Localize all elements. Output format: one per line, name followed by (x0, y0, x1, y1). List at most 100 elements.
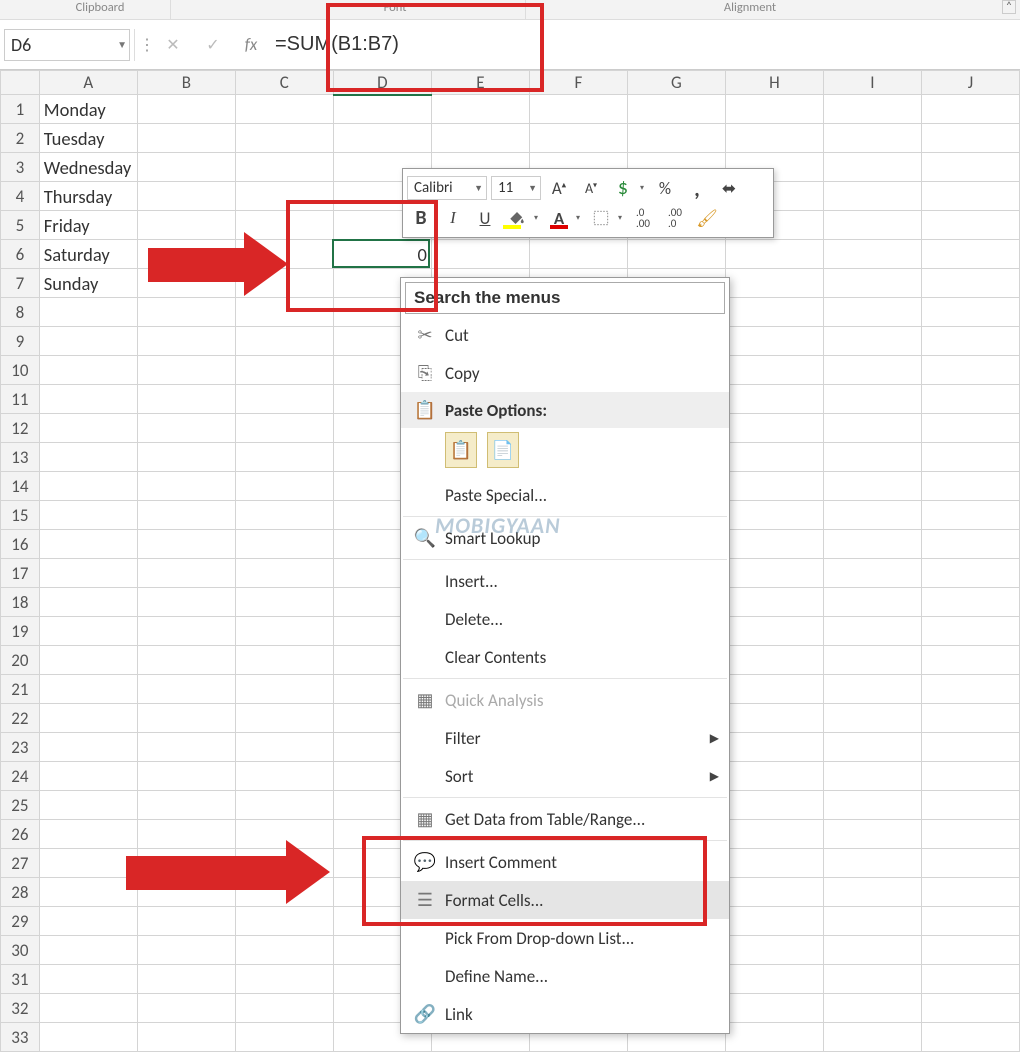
cell-I15[interactable] (823, 501, 921, 530)
cell-B17[interactable] (137, 559, 235, 588)
cell-G2[interactable] (627, 124, 725, 153)
cell-C22[interactable] (235, 704, 333, 733)
row-header-5[interactable]: 5 (1, 211, 40, 240)
cell-C26[interactable] (235, 820, 333, 849)
menu-item-get-data[interactable]: ▦ Get Data from Table/Range... (401, 800, 729, 838)
fx-label[interactable]: fx (233, 34, 269, 55)
cell-A8[interactable] (39, 298, 137, 327)
cell-B19[interactable] (137, 617, 235, 646)
decrease-decimal-button[interactable]: .00.0 (661, 205, 689, 231)
cell-H31[interactable] (725, 965, 823, 994)
cell-J17[interactable] (921, 559, 1019, 588)
row-header-23[interactable]: 23 (1, 733, 40, 762)
menu-item-define-name[interactable]: Define Name... (401, 957, 729, 995)
cell-B33[interactable] (137, 1023, 235, 1052)
cell-H23[interactable] (725, 733, 823, 762)
cell-J20[interactable] (921, 646, 1019, 675)
cell-J9[interactable] (921, 327, 1019, 356)
font-color-button[interactable]: A ▾ (545, 205, 583, 231)
cell-I28[interactable] (823, 878, 921, 907)
cell-H11[interactable] (725, 385, 823, 414)
cell-B25[interactable] (137, 791, 235, 820)
row-header-14[interactable]: 14 (1, 472, 40, 501)
row-header-27[interactable]: 27 (1, 849, 40, 878)
chevron-down-icon[interactable]: ▾ (637, 183, 647, 193)
cell-C24[interactable] (235, 762, 333, 791)
cell-I8[interactable] (823, 298, 921, 327)
cell-B1[interactable] (137, 95, 235, 124)
cell-I21[interactable] (823, 675, 921, 704)
row-header-1[interactable]: 1 (1, 95, 40, 124)
cell-C2[interactable] (235, 124, 333, 153)
cell-I16[interactable] (823, 530, 921, 559)
cell-B18[interactable] (137, 588, 235, 617)
cell-A32[interactable] (39, 994, 137, 1023)
cell-H22[interactable] (725, 704, 823, 733)
column-header-C[interactable]: C (235, 71, 333, 95)
cell-C3[interactable] (235, 153, 333, 182)
cell-A7[interactable]: Sunday (39, 269, 137, 298)
cell-A3[interactable]: Wednesday (39, 153, 137, 182)
cell-I7[interactable] (823, 269, 921, 298)
cell-H15[interactable] (725, 501, 823, 530)
cell-C6[interactable] (235, 240, 333, 269)
cell-I18[interactable] (823, 588, 921, 617)
cell-B32[interactable] (137, 994, 235, 1023)
cell-H13[interactable] (725, 443, 823, 472)
cell-H21[interactable] (725, 675, 823, 704)
cell-J14[interactable] (921, 472, 1019, 501)
row-header-3[interactable]: 3 (1, 153, 40, 182)
formula-input[interactable] (269, 29, 1016, 61)
paste-option-keep-source[interactable]: 📋 (445, 432, 477, 468)
row-header-26[interactable]: 26 (1, 820, 40, 849)
cell-D1[interactable] (333, 95, 431, 124)
font-size-select[interactable]: 11 ▼ (491, 176, 541, 200)
cell-B11[interactable] (137, 385, 235, 414)
cell-A31[interactable] (39, 965, 137, 994)
cell-I23[interactable] (823, 733, 921, 762)
cell-B26[interactable] (137, 820, 235, 849)
cell-C5[interactable] (235, 211, 333, 240)
cell-B27[interactable] (137, 849, 235, 878)
column-header-B[interactable]: B (137, 71, 235, 95)
cell-I25[interactable] (823, 791, 921, 820)
column-header-G[interactable]: G (627, 71, 725, 95)
cell-J28[interactable] (921, 878, 1019, 907)
increase-decimal-button[interactable]: .0.00 (629, 205, 657, 231)
menu-item-clear-contents[interactable]: Clear Contents (401, 638, 729, 676)
cell-H24[interactable] (725, 762, 823, 791)
cell-I3[interactable] (823, 153, 921, 182)
cell-J3[interactable] (921, 153, 1019, 182)
cell-A30[interactable] (39, 936, 137, 965)
cell-H14[interactable] (725, 472, 823, 501)
cell-B10[interactable] (137, 356, 235, 385)
row-header-22[interactable]: 22 (1, 704, 40, 733)
column-header-I[interactable]: I (823, 71, 921, 95)
cell-A10[interactable] (39, 356, 137, 385)
cell-J1[interactable] (921, 95, 1019, 124)
menu-item-format-cells[interactable]: ☰ Format Cells... (401, 881, 729, 919)
cell-H28[interactable] (725, 878, 823, 907)
decrease-font-button[interactable]: A▾ (577, 175, 605, 201)
cell-C17[interactable] (235, 559, 333, 588)
row-header-31[interactable]: 31 (1, 965, 40, 994)
cell-E6[interactable] (431, 240, 529, 269)
cell-C33[interactable] (235, 1023, 333, 1052)
cell-H18[interactable] (725, 588, 823, 617)
cell-E1[interactable] (431, 95, 529, 124)
cell-C8[interactable] (235, 298, 333, 327)
cell-H25[interactable] (725, 791, 823, 820)
cell-C9[interactable] (235, 327, 333, 356)
cell-I24[interactable] (823, 762, 921, 791)
merge-center-button[interactable]: ⬌ (715, 175, 743, 201)
cell-A9[interactable] (39, 327, 137, 356)
cell-J24[interactable] (921, 762, 1019, 791)
row-header-2[interactable]: 2 (1, 124, 40, 153)
cell-C20[interactable] (235, 646, 333, 675)
cell-E2[interactable] (431, 124, 529, 153)
cell-F1[interactable] (529, 95, 627, 124)
cell-J33[interactable] (921, 1023, 1019, 1052)
cell-B5[interactable] (137, 211, 235, 240)
select-all-corner[interactable] (1, 71, 40, 95)
cell-B16[interactable] (137, 530, 235, 559)
